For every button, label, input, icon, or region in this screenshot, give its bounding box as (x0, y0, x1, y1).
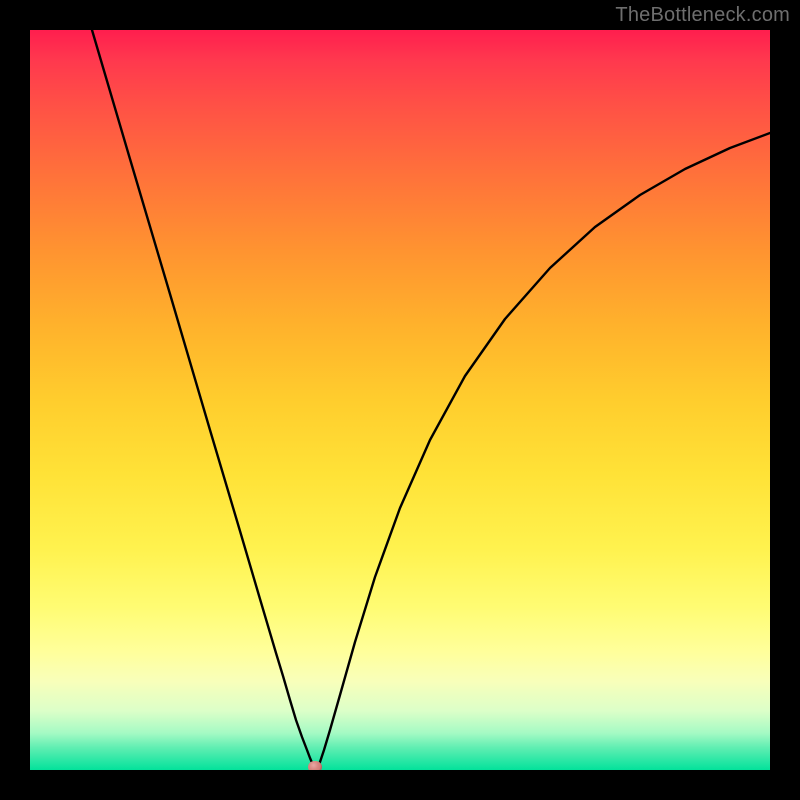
minimum-marker (308, 761, 322, 770)
chart-canvas: TheBottleneck.com (0, 0, 800, 800)
bottleneck-curve (92, 30, 770, 767)
watermark-text: TheBottleneck.com (615, 4, 790, 27)
curve-layer (30, 30, 770, 770)
plot-area (30, 30, 770, 770)
